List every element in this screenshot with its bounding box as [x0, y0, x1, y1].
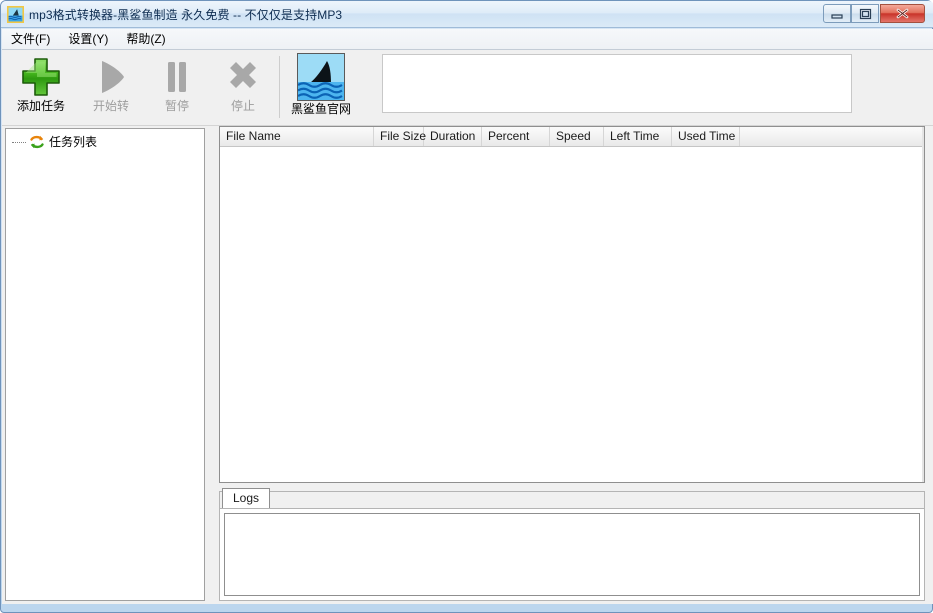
- menu-settings[interactable]: 设置(Y): [59, 29, 117, 49]
- panel-splitter[interactable]: [207, 128, 219, 601]
- play-icon: [78, 55, 144, 99]
- stop-x-icon: [210, 55, 276, 99]
- column-used-time[interactable]: Used Time: [672, 127, 740, 146]
- menu-bar: 文件(F) 设置(Y) 帮助(Z): [2, 29, 933, 50]
- tree-item-label: 任务列表: [49, 135, 98, 149]
- tree-connector-line: [12, 142, 26, 144]
- file-list-body[interactable]: [220, 147, 924, 482]
- pause-icon: [144, 55, 210, 99]
- menu-help[interactable]: 帮助(Z): [117, 29, 174, 49]
- shark-website-label: 黑鲨鱼官网: [290, 102, 351, 116]
- column-duration[interactable]: Duration: [424, 127, 482, 146]
- column-file-size[interactable]: File Size: [374, 127, 426, 146]
- promo-panel[interactable]: [382, 54, 852, 113]
- column-speed[interactable]: Speed: [550, 127, 604, 146]
- file-list-scrollbar[interactable]: [922, 127, 924, 482]
- tab-strip-background: [219, 491, 925, 509]
- convert-arrows-icon: [29, 134, 45, 150]
- pause-button[interactable]: 暂停: [144, 52, 210, 120]
- add-task-button[interactable]: 添加任务: [8, 52, 74, 120]
- tab-logs[interactable]: Logs: [222, 488, 270, 509]
- toolbar-separator: [279, 56, 280, 118]
- shark-app-icon: [7, 6, 24, 23]
- shark-fin-icon: [297, 53, 345, 101]
- file-list-panel[interactable]: File Name File Size Duration Percent Spe…: [219, 126, 925, 483]
- maximize-button[interactable]: [851, 4, 879, 23]
- column-left-time[interactable]: Left Time: [604, 127, 672, 146]
- stop-button[interactable]: 停止: [210, 52, 276, 120]
- application-window: mp3格式转换器-黑鲨鱼制造 永久免费 -- 不仅仅是支持MP3 文件(F) 设…: [0, 0, 933, 613]
- logs-textarea[interactable]: [224, 513, 920, 596]
- minimize-button[interactable]: [823, 4, 851, 23]
- column-file-name[interactable]: File Name: [220, 127, 374, 146]
- pause-label: 暂停: [164, 99, 189, 113]
- column-percent[interactable]: Percent: [482, 127, 550, 146]
- window-title: mp3格式转换器-黑鲨鱼制造 永久免费 -- 不仅仅是支持MP3: [29, 8, 343, 22]
- column-filler: [740, 127, 924, 146]
- task-tree-panel[interactable]: 任务列表: [5, 128, 205, 601]
- add-task-label: 添加任务: [16, 99, 65, 113]
- file-list-header: File Name File Size Duration Percent Spe…: [220, 127, 924, 147]
- logs-panel: [219, 508, 925, 601]
- start-convert-label: 开始转: [92, 99, 129, 113]
- stop-label: 停止: [230, 99, 255, 113]
- bottom-tab-strip: Logs: [219, 488, 925, 509]
- shark-website-button[interactable]: 黑鲨鱼官网: [287, 53, 355, 121]
- menu-file[interactable]: 文件(F): [2, 29, 59, 49]
- plus-icon: [8, 55, 74, 99]
- start-convert-button[interactable]: 开始转: [78, 52, 144, 120]
- client-area: 添加任务 开始转 暂停 停止 黑鲨鱼官网 任务列表 File Name File…: [2, 50, 933, 604]
- close-button[interactable]: [880, 4, 925, 23]
- title-bar[interactable]: mp3格式转换器-黑鲨鱼制造 永久免费 -- 不仅仅是支持MP3: [1, 1, 933, 28]
- toolbar: 添加任务 开始转 暂停 停止 黑鲨鱼官网: [2, 50, 933, 126]
